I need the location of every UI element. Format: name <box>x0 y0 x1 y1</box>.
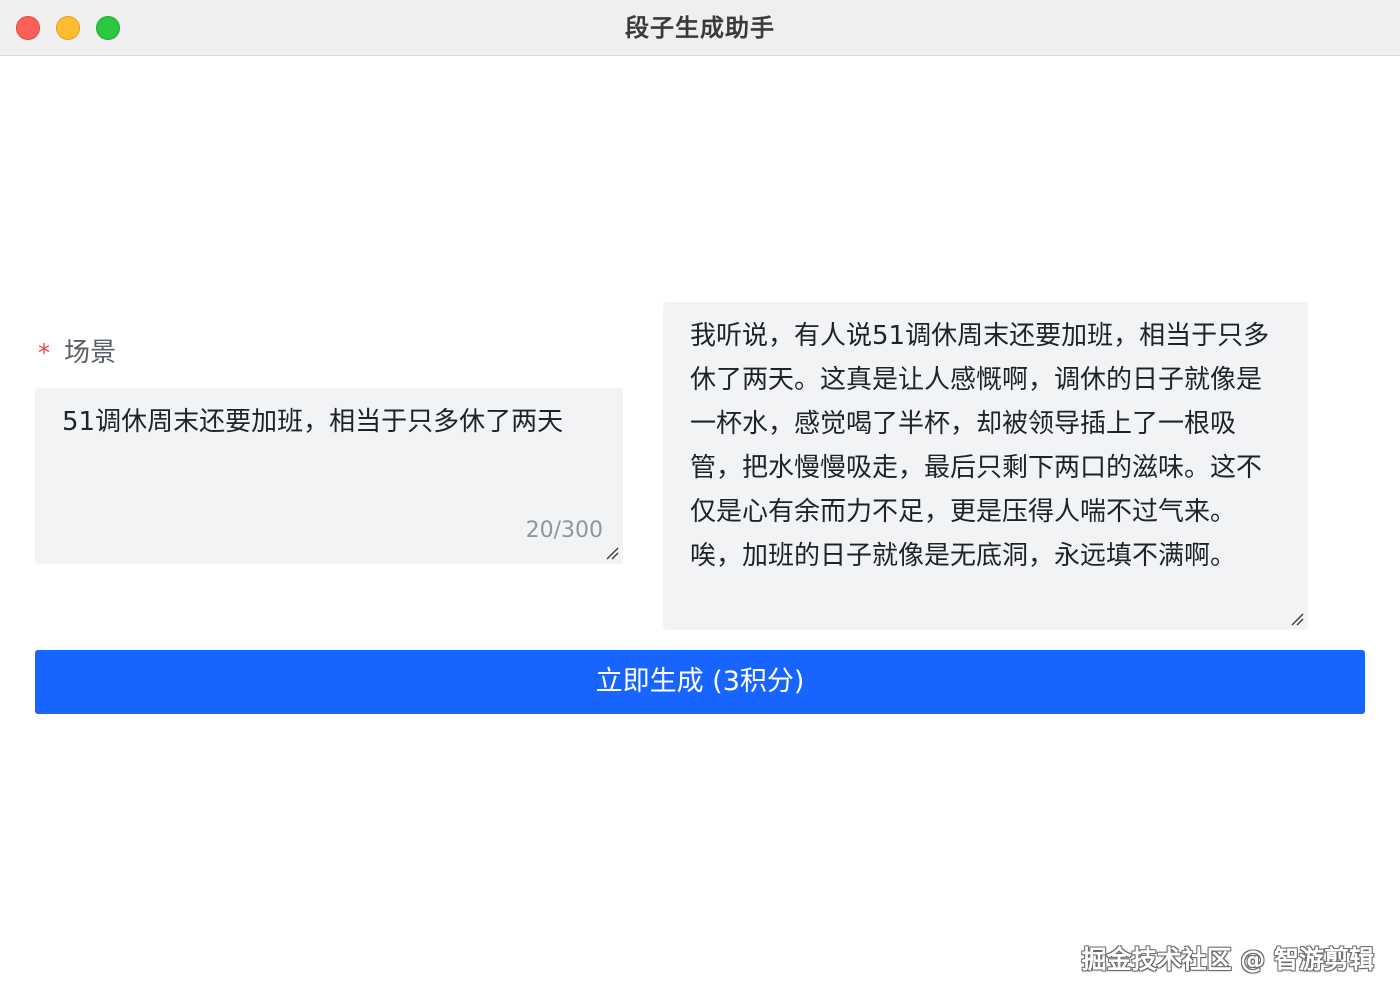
app-window: 段子生成助手 * 场景 51调休周末还要加班，相当于只多休了两天 20/300 … <box>0 0 1400 1000</box>
result-text[interactable]: 我听说，有人说51调休周末还要加班，相当于只多休了两天。这真是让人感慨啊，调休的… <box>690 314 1286 578</box>
char-count: 20/300 <box>525 518 603 543</box>
required-asterisk: * <box>38 339 50 367</box>
watermark: 掘金技术社区 @ 智游剪辑 <box>1081 945 1374 974</box>
window-title: 段子生成助手 <box>625 14 775 42</box>
generate-button[interactable]: 立即生成 (3积分) <box>35 650 1365 714</box>
title-bar: 段子生成助手 <box>0 0 1400 56</box>
scene-field-label: * 场景 <box>38 330 116 370</box>
resize-handle-icon[interactable] <box>605 546 619 560</box>
resize-handle-icon[interactable] <box>1290 612 1304 626</box>
scene-label: 场景 <box>64 337 117 368</box>
scene-textarea[interactable]: 51调休周末还要加班，相当于只多休了两天 20/300 <box>35 388 623 564</box>
result-textarea[interactable]: 我听说，有人说51调休周末还要加班，相当于只多休了两天。这真是让人感慨啊，调休的… <box>663 302 1308 630</box>
scene-input-value[interactable]: 51调休周末还要加班，相当于只多休了两天 <box>62 402 607 442</box>
